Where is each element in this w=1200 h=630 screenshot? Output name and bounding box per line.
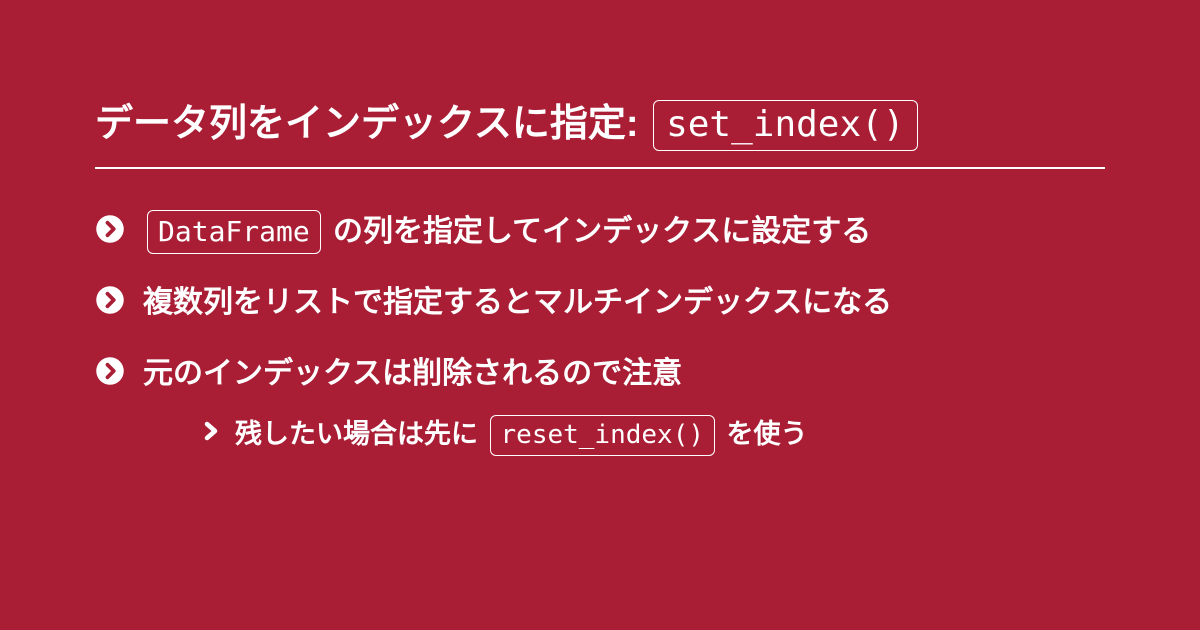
sub-list: 残したい場合は先に reset_index() を使う (143, 414, 1105, 456)
text-span: 残したい場合は先に (235, 419, 486, 449)
list-item: DataFrame の列を指定してインデックスに設定する (95, 209, 1105, 254)
chevron-circle-icon (95, 356, 125, 386)
text-span: を使う (719, 419, 808, 449)
list-item: 複数列をリストで指定するとマルチインデックスになる (95, 280, 1105, 325)
sub-list-item-content: 残したい場合は先に reset_index() を使う (235, 419, 808, 449)
bullet-list: DataFrame の列を指定してインデックスに設定する複数列をリストで指定する… (95, 209, 1105, 456)
sub-list-item: 残したい場合は先に reset_index() を使う (199, 414, 1105, 456)
title-code: set_index() (653, 100, 917, 151)
list-item: 元のインデックスは削除されるので注意残したい場合は先に reset_index(… (95, 351, 1105, 456)
text-span: 元のインデックスは削除されるので注意 (143, 357, 682, 390)
list-item-content: 複数列をリストで指定するとマルチインデックスになる (143, 286, 892, 319)
chevron-icon (199, 419, 223, 443)
title-text: データ列をインデックスに指定: (95, 103, 649, 145)
chevron-circle-icon (95, 285, 125, 315)
list-item-content: DataFrame の列を指定してインデックスに設定する (143, 215, 871, 248)
code-literal: DataFrame (147, 210, 321, 254)
text-span: の列を指定してインデックスに設定する (325, 215, 872, 248)
list-item-content: 元のインデックスは削除されるので注意 (143, 357, 682, 390)
chevron-circle-icon (95, 214, 125, 244)
text-span: 複数列をリストで指定するとマルチインデックスになる (143, 286, 892, 319)
title-heading: データ列をインデックスに指定: set_index() (95, 100, 1105, 169)
code-literal: reset_index() (490, 415, 716, 456)
